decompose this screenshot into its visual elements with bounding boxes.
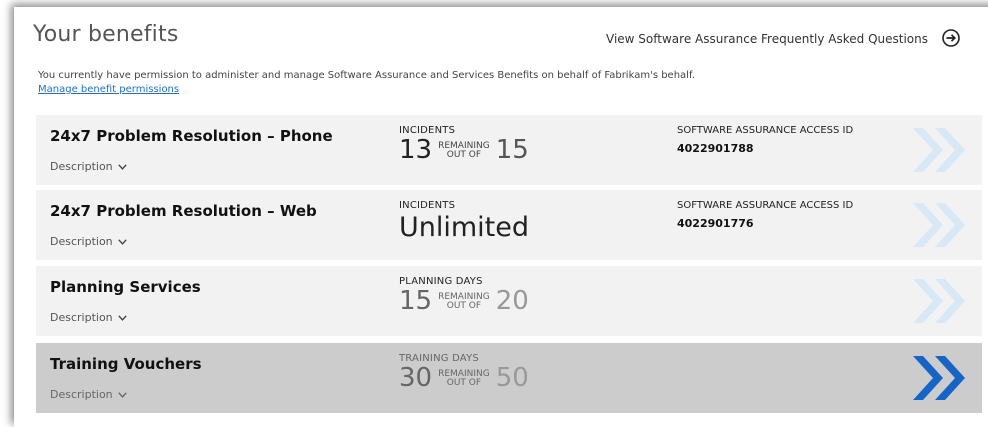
out-of-label: OUT OF bbox=[446, 378, 482, 388]
benefit-card-phone[interactable]: 24x7 Problem Resolution – Phone Descript… bbox=[36, 115, 982, 185]
faq-link[interactable]: View Software Assurance Frequently Asked… bbox=[606, 32, 928, 46]
total-count: 50 bbox=[495, 363, 529, 393]
metric-label: INCIDENTS bbox=[399, 200, 456, 211]
benefit-card-web[interactable]: 24x7 Problem Resolution – Web Descriptio… bbox=[36, 190, 982, 260]
chevron-down-icon bbox=[117, 238, 127, 245]
description-toggle[interactable]: Description bbox=[50, 160, 127, 173]
double-chevron-right-icon[interactable] bbox=[911, 125, 969, 175]
unlimited-value: Unlimited bbox=[399, 212, 530, 243]
total-count: 15 bbox=[495, 135, 529, 165]
incidents-metric: INCIDENTS Unlimited bbox=[399, 200, 529, 244]
access-id-value: 4022901788 bbox=[677, 142, 754, 155]
double-chevron-right-icon[interactable] bbox=[911, 353, 969, 403]
benefit-title: Planning Services bbox=[50, 278, 201, 296]
remaining-count: 13 bbox=[399, 135, 433, 165]
remaining-count: 15 bbox=[399, 286, 433, 316]
benefit-card-training[interactable]: Training Vouchers Description TRAINING D… bbox=[36, 343, 982, 413]
description-label: Description bbox=[50, 388, 113, 401]
permission-notice: You currently have permission to adminis… bbox=[38, 70, 695, 81]
access-id-block: SOFTWARE ASSURANCE ACCESS ID 4022901776 bbox=[677, 200, 853, 230]
double-chevron-right-icon[interactable] bbox=[911, 276, 969, 326]
benefit-title: 24x7 Problem Resolution – Web bbox=[50, 202, 317, 220]
double-chevron-right-icon[interactable] bbox=[911, 200, 969, 250]
page-title: Your benefits bbox=[33, 22, 179, 47]
out-of-label: OUT OF bbox=[446, 150, 482, 160]
access-id-block: SOFTWARE ASSURANCE ACCESS ID 4022901788 bbox=[677, 125, 853, 155]
benefit-title: 24x7 Problem Resolution – Phone bbox=[50, 127, 333, 145]
benefit-card-planning[interactable]: Planning Services Description PLANNING D… bbox=[36, 266, 982, 336]
access-id-value: 4022901776 bbox=[677, 217, 754, 230]
manage-permissions-link[interactable]: Manage benefit permissions bbox=[38, 84, 179, 95]
arrow-circle-right-icon[interactable] bbox=[942, 29, 960, 47]
total-count: 20 bbox=[495, 286, 529, 316]
planning-days-metric: PLANNING DAYS 15 REMAINING OUT OF 20 bbox=[399, 276, 529, 314]
chevron-down-icon bbox=[117, 163, 127, 170]
remaining-count: 30 bbox=[399, 363, 433, 393]
out-of-label: OUT OF bbox=[446, 301, 482, 311]
access-id-label: SOFTWARE ASSURANCE ACCESS ID bbox=[677, 125, 854, 136]
benefit-title: Training Vouchers bbox=[50, 355, 202, 373]
chevron-down-icon bbox=[117, 314, 127, 321]
access-id-label: SOFTWARE ASSURANCE ACCESS ID bbox=[677, 200, 854, 211]
description-label: Description bbox=[50, 311, 113, 324]
description-toggle[interactable]: Description bbox=[50, 311, 127, 324]
training-days-metric: TRAINING DAYS 30 REMAINING OUT OF 50 bbox=[399, 353, 529, 391]
chevron-down-icon bbox=[117, 391, 127, 398]
description-toggle[interactable]: Description bbox=[50, 235, 127, 248]
description-toggle[interactable]: Description bbox=[50, 388, 127, 401]
description-label: Description bbox=[50, 235, 113, 248]
description-label: Description bbox=[50, 160, 113, 173]
incidents-metric: INCIDENTS 13 REMAINING OUT OF 15 bbox=[399, 125, 529, 163]
